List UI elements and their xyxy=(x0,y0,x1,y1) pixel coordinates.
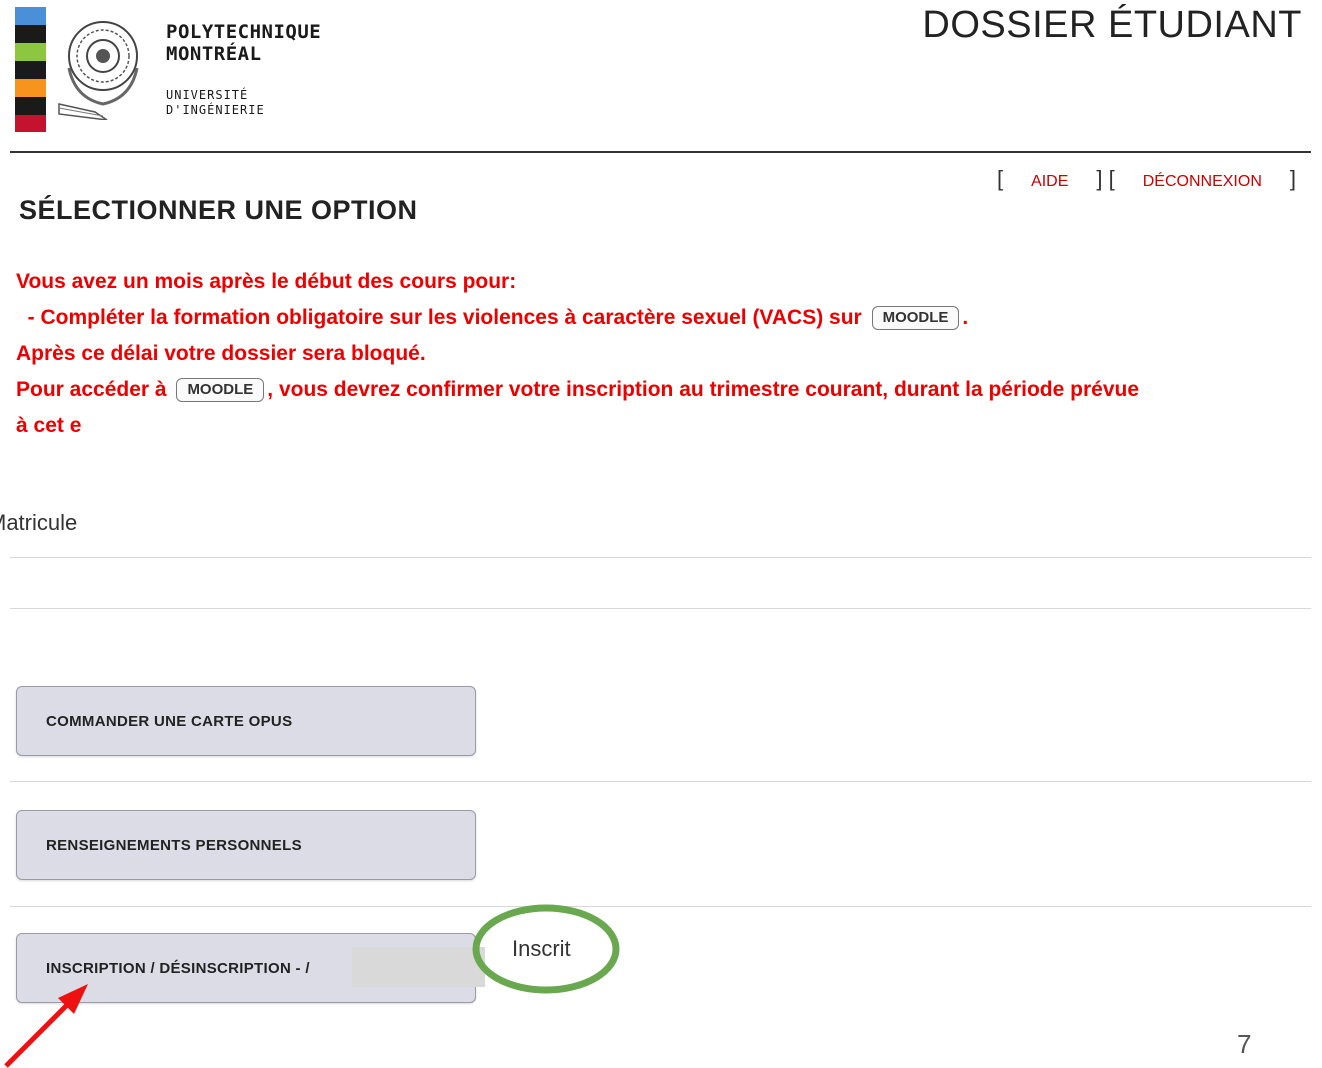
moodle-link[interactable]: MOODLE xyxy=(871,306,960,331)
personal-info-button[interactable]: RENSEIGNEMENTS PERSONNELS xyxy=(16,810,476,880)
matricule-label: Matricule xyxy=(0,510,78,535)
page-title: DOSSIER ÉTUDIANT xyxy=(922,4,1302,46)
slide-number: 7 xyxy=(1237,1029,1252,1059)
deadline-notice: Vous avez un mois après le début des cou… xyxy=(16,264,1306,444)
polytechnique-seal-icon xyxy=(58,21,139,120)
notice-line-5: à cet e xyxy=(16,414,82,437)
bracket-open: [ xyxy=(996,166,1004,191)
notice-line-1: Vous avez un mois après le début des cou… xyxy=(16,270,517,293)
divider xyxy=(10,608,1311,609)
top-links: [ AIDE ] [ DÉCONNEXION] xyxy=(997,166,1296,192)
logo-wordmark: POLYTECHNIQUE MONTRÉAL xyxy=(166,21,322,65)
bracket-middle: ] [ xyxy=(1096,166,1115,191)
help-link[interactable]: AIDE xyxy=(1031,173,1068,190)
bracket-close: ] xyxy=(1289,166,1296,191)
logout-link[interactable]: DÉCONNEXION xyxy=(1143,173,1262,190)
order-opus-card-button[interactable]: COMMANDER UNE CARTE OPUS xyxy=(16,686,476,756)
divider xyxy=(10,781,1311,782)
notice-line-4: Pour accéder à MOODLE, vous devrez confi… xyxy=(16,378,1140,403)
logo-subtitle: UNIVERSITÉ D'INGÉNIERIE xyxy=(166,88,265,117)
header-divider xyxy=(10,151,1311,153)
notice-line-2: - Compléter la formation obligatoire sur… xyxy=(27,306,969,331)
red-arrow-annotation xyxy=(4,984,88,1068)
divider xyxy=(10,906,1311,907)
moodle-link-2[interactable]: MOODLE xyxy=(176,378,265,403)
highlight-circle-annotation xyxy=(472,904,620,994)
logo-color-strip xyxy=(15,7,46,132)
section-title: SÉLECTIONNER UNE OPTION xyxy=(19,195,418,225)
divider xyxy=(10,557,1311,558)
redacted-area xyxy=(352,947,485,987)
notice-line-3: Après ce délai votre dossier sera bloqué… xyxy=(16,342,426,365)
